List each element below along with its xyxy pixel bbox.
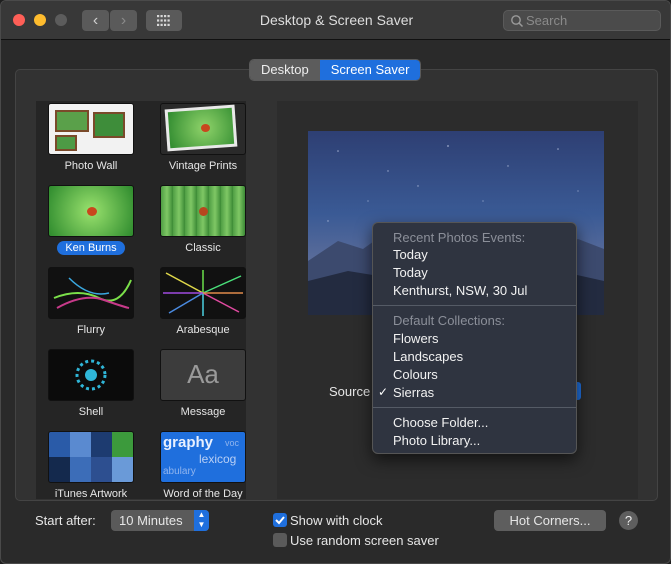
random-saver-checkbox[interactable] <box>273 533 287 547</box>
help-button[interactable]: ? <box>619 511 638 530</box>
checkmark-icon: ✓ <box>378 385 389 399</box>
shell-thumbnail <box>48 349 134 401</box>
tab-screen-saver[interactable]: Screen Saver <box>319 60 421 80</box>
flurry-art <box>53 277 132 309</box>
menu-item-recent[interactable]: Today <box>393 265 428 280</box>
saver-label: Arabesque <box>176 324 230 336</box>
popup-arrows-icon: ▲ ▼ <box>194 510 209 531</box>
saver-message[interactable]: Aa Message <box>149 349 246 420</box>
menu-item-photo-library[interactable]: Photo Library... <box>393 433 480 448</box>
saver-classic[interactable]: Classic <box>149 185 246 256</box>
start-after-label: Start after: <box>35 513 96 528</box>
screen-saver-list: Photo Wall Vintage Prints Ken Burns Clas… <box>36 101 246 499</box>
show-clock-label: Show with clock <box>290 513 383 528</box>
start-after-popup[interactable]: 10 Minutes ▲ ▼ <box>111 510 209 531</box>
source-menu: Recent Photos Events: Today Today Kenthu… <box>372 222 577 454</box>
random-saver-label: Use random screen saver <box>290 533 439 548</box>
saver-label: Shell <box>78 406 104 418</box>
search-icon <box>511 15 524 28</box>
menu-separator <box>373 407 576 408</box>
saver-ken-burns[interactable]: Ken Burns <box>37 185 145 256</box>
check-icon <box>275 516 285 525</box>
saver-itunes-artwork[interactable]: iTunes Artwork <box>37 431 145 499</box>
classic-thumbnail <box>160 185 246 237</box>
tab-control: Desktop Screen Saver <box>249 59 422 81</box>
start-after-value: 10 Minutes <box>119 513 183 528</box>
saver-label: Classic <box>185 242 221 254</box>
menu-item-collection[interactable]: Landscapes <box>393 349 463 364</box>
titlebar: ‹ › Desktop & Screen Saver Search <box>1 1 670 40</box>
menu-separator <box>373 305 576 306</box>
menu-header-recent: Recent Photos Events: <box>393 230 526 245</box>
word-thumb-line4: abulary <box>163 466 196 477</box>
saver-label: Message <box>180 406 226 418</box>
menu-item-collection[interactable]: Flowers <box>393 331 439 346</box>
word-thumb-line2: voc <box>225 438 240 448</box>
saver-photo-wall[interactable]: Photo Wall <box>37 103 145 174</box>
saver-flurry[interactable]: Flurry <box>37 267 145 338</box>
saver-vintage-prints[interactable]: Vintage Prints <box>149 103 246 174</box>
flurry-thumbnail <box>48 267 134 319</box>
word-thumb-line3: lexicog <box>199 452 237 466</box>
menu-item-recent[interactable]: Today <box>393 247 428 262</box>
source-label: Source <box>329 384 371 399</box>
photo-wall-thumbnail <box>48 103 134 155</box>
show-clock-checkbox[interactable] <box>273 513 287 527</box>
saver-label: iTunes Artwork <box>54 488 128 499</box>
tab-desktop[interactable]: Desktop <box>250 60 320 80</box>
shell-art <box>75 359 107 391</box>
search-field[interactable]: Search <box>503 10 661 31</box>
menu-item-collection-selected[interactable]: Sierras <box>393 385 434 400</box>
hot-corners-button[interactable]: Hot Corners... <box>494 510 606 531</box>
saver-word-of-the-day[interactable]: graphy voc lexicog abulary Word of the D… <box>149 431 246 499</box>
saver-label: Vintage Prints <box>168 160 238 172</box>
saver-shell[interactable]: Shell <box>37 349 145 420</box>
saver-arabesque[interactable]: Arabesque <box>149 267 246 338</box>
menu-header-default: Default Collections: <box>393 313 505 328</box>
arabesque-art <box>163 270 243 316</box>
saver-label: Photo Wall <box>64 160 118 172</box>
saver-label: Ken Burns <box>57 241 125 255</box>
saver-label: Flurry <box>76 324 106 336</box>
preferences-window: ‹ › Desktop & Screen Saver Search Deskto… <box>0 0 671 564</box>
message-thumbnail: Aa <box>160 349 246 401</box>
vintage-prints-thumbnail <box>160 103 246 155</box>
arabesque-thumbnail <box>160 267 246 319</box>
ken-burns-thumbnail <box>48 185 134 237</box>
menu-item-recent[interactable]: Kenthurst, NSW, 30 Jul <box>393 283 527 298</box>
word-thumb-line1: graphy <box>163 434 214 451</box>
menu-item-collection[interactable]: Colours <box>393 367 438 382</box>
message-thumb-text: Aa <box>187 359 219 389</box>
saver-label: Word of the Day <box>163 488 243 499</box>
itunes-artwork-thumbnail <box>48 431 134 483</box>
menu-item-choose-folder[interactable]: Choose Folder... <box>393 415 488 430</box>
search-placeholder: Search <box>526 13 568 28</box>
word-of-the-day-thumbnail: graphy voc lexicog abulary <box>160 431 246 483</box>
